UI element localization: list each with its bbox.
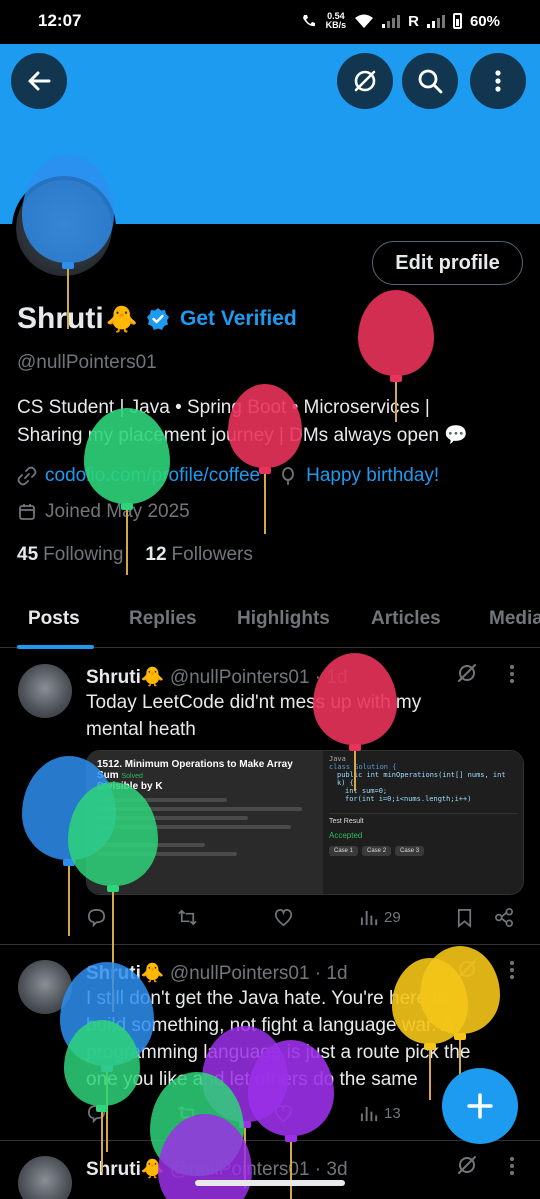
net-speed: 0.54 KB/s — [326, 12, 347, 30]
share-action[interactable] — [494, 907, 515, 928]
profile-handle: @nullPointers01 — [17, 352, 157, 373]
following-stat[interactable]: 45 Following — [17, 544, 123, 566]
link-icon — [17, 466, 37, 486]
views-count: 29 — [384, 909, 401, 926]
birthday-link[interactable]: Happy birthday! — [306, 465, 439, 487]
profile-tabs: Posts Replies Highlights Articles Media — [0, 596, 540, 648]
heart-icon — [274, 909, 293, 927]
edit-profile-button[interactable]: Edit profile — [372, 241, 523, 285]
signal-bars-2-icon — [426, 14, 445, 28]
back-button[interactable] — [11, 53, 67, 109]
more-vertical-icon — [495, 70, 501, 92]
tab-articles[interactable]: Articles — [371, 608, 441, 630]
views-action[interactable]: 29 — [359, 907, 401, 928]
more-vertical-icon[interactable] — [504, 1155, 520, 1177]
more-button[interactable] — [470, 53, 526, 109]
calendar-icon — [19, 504, 35, 520]
code-line-4: for(int i=0;i<nums.length;i++) — [345, 795, 472, 803]
repost-icon — [178, 909, 197, 926]
code-line-3: int sum=0; — [345, 787, 388, 795]
tab-media[interactable]: Media — [489, 608, 540, 630]
status-bar: 12:07 0.54 KB/s R 60% — [0, 0, 540, 44]
reply-action[interactable] — [86, 907, 107, 928]
reply-icon — [88, 909, 105, 928]
repost-action[interactable] — [177, 907, 198, 928]
following-count: 45 — [17, 544, 39, 565]
balloon-birthday-icon — [282, 467, 295, 485]
home-indicator[interactable] — [195, 1180, 345, 1186]
case-1: Case 1 — [329, 846, 359, 856]
code-lang: Java — [329, 755, 346, 763]
grok-button[interactable] — [337, 53, 393, 109]
name-emoji: 🐥 — [105, 303, 139, 334]
case-3: Case 3 — [395, 846, 425, 856]
solved-label: Solved — [121, 773, 143, 780]
bookmark-action[interactable] — [454, 907, 475, 928]
tab-posts[interactable]: Posts — [28, 608, 80, 630]
verified-badge-icon — [147, 308, 170, 330]
views-action[interactable]: 13 — [359, 1103, 401, 1124]
views-count: 13 — [384, 1105, 401, 1122]
grok-slash-icon[interactable] — [456, 1154, 478, 1176]
battery-percent: 60% — [469, 12, 500, 30]
code-line-1: class Solution { — [329, 763, 397, 771]
followers-stat[interactable]: 12 Followers — [145, 544, 252, 566]
followers-label: Followers — [171, 544, 253, 565]
post-3[interactable]: Shruti🐥 @nullPointers01 · 3d — [0, 1141, 540, 1199]
following-label: Following — [43, 544, 124, 565]
meta-row-links: codolio.com/profile/coffee Happy birthda… — [17, 465, 439, 487]
leetcode-code-pane: Java class Solution { public int minOper… — [323, 751, 523, 894]
like-action[interactable] — [273, 907, 294, 928]
search-button[interactable] — [402, 53, 458, 109]
name-row: Shruti 🐥 Get Verified — [17, 302, 297, 336]
plus-icon — [467, 1093, 493, 1119]
display-name: Shruti — [17, 302, 104, 335]
signal-bars-icon — [382, 14, 401, 28]
status-icons: 0.54 KB/s R 60% — [300, 12, 500, 30]
alarm-call-icon — [302, 15, 315, 27]
followers-count: 12 — [145, 544, 167, 565]
follow-stats: 45 Following 12 Followers — [17, 544, 253, 566]
post-author: Shruti🐥 — [86, 1159, 165, 1180]
views-chart-icon — [360, 910, 378, 926]
post-text: Today LeetCode did'nt mess up with my me… — [86, 689, 516, 743]
tab-replies[interactable]: Replies — [129, 608, 197, 630]
post-author: Shruti🐥 — [86, 667, 165, 688]
case-2: Case 2 — [362, 846, 392, 856]
post-header: Shruti🐥 @nullPointers01 · 1d — [86, 665, 348, 689]
post-avatar[interactable] — [18, 664, 72, 718]
compose-fab-button[interactable] — [442, 1068, 518, 1144]
views-chart-icon — [360, 1106, 378, 1122]
status-time: 12:07 — [38, 11, 82, 30]
get-verified-link[interactable]: Get Verified — [180, 307, 297, 331]
share-icon — [495, 908, 513, 927]
battery-icon — [452, 13, 462, 29]
accepted-label: Accepted — [329, 831, 363, 840]
post-text-line-2: mental heath — [86, 719, 196, 740]
post-text-line-1: Today LeetCode did'nt mess up with my — [86, 692, 422, 713]
search-icon — [418, 69, 443, 94]
bookmark-icon — [457, 909, 472, 928]
back-arrow-icon — [28, 71, 51, 91]
grok-slash-icon — [354, 70, 376, 92]
more-vertical-icon[interactable] — [504, 663, 520, 685]
post-actions: 29 — [86, 907, 526, 933]
joined-date: Joined May 2025 — [45, 501, 190, 522]
meta-row-joined: Joined May 2025 — [17, 501, 190, 523]
grok-slash-icon[interactable] — [456, 662, 478, 684]
carrier-label: R — [408, 12, 419, 30]
post-handle-time: @nullPointers01 · 1d — [169, 963, 348, 984]
more-vertical-icon[interactable] — [504, 959, 520, 981]
wifi-icon — [355, 14, 374, 28]
tab-highlights[interactable]: Highlights — [237, 608, 330, 630]
test-result-label: Test Result — [329, 813, 517, 825]
post-avatar[interactable] — [18, 1156, 72, 1199]
code-line-2: public int minOperations(int[] nums, int… — [337, 771, 506, 787]
net-speed-unit: KB/s — [325, 20, 347, 30]
